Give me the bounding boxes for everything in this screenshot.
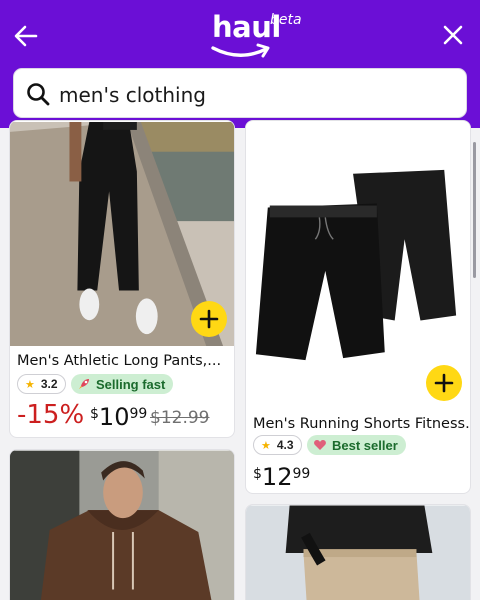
close-icon[interactable] (440, 22, 466, 48)
rating-badge: ★ 4.3 (253, 435, 302, 455)
product-image[interactable] (246, 505, 470, 600)
rating-value: 4.3 (276, 438, 294, 452)
search-icon (27, 83, 50, 106)
price-whole: 10 (98, 403, 130, 431)
product-image[interactable] (10, 450, 234, 600)
haul-logo: haul beta (208, 6, 318, 62)
add-to-haul-button[interactable] (426, 365, 462, 401)
search-input[interactable]: men's clothing (59, 83, 206, 107)
product-card[interactable] (245, 504, 471, 600)
price-whole: 12 (261, 463, 293, 491)
product-image[interactable] (246, 121, 470, 406)
best-seller-badge: Best seller (307, 435, 406, 455)
rating-value: 3.2 (40, 377, 58, 391)
badge-label: Selling fast (96, 376, 166, 392)
product-card[interactable] (9, 449, 235, 600)
search-bar[interactable]: men's clothing (13, 68, 467, 118)
smile-arrow-icon (211, 43, 270, 58)
price-symbol: $ (253, 466, 262, 482)
top-bar: haul beta men's clothing (0, 0, 480, 128)
arrow-left-icon[interactable] (12, 22, 40, 50)
price-symbol: $ (90, 406, 99, 422)
product-card[interactable]: Men's Athletic Long Pants,... ★ 3.2 Sell… (9, 120, 235, 438)
discount-percent: -15% (17, 400, 85, 430)
list-price: $12.99 (150, 408, 210, 428)
plus-icon (434, 373, 454, 393)
rocket-icon (79, 379, 89, 389)
product-title[interactable]: Men's Athletic Long Pants,... (17, 353, 221, 369)
price: $ 10 99 (90, 403, 147, 431)
badge-label: Best seller (332, 437, 398, 453)
heart-icon (314, 440, 326, 450)
price-cents: 99 (129, 406, 148, 422)
product-title[interactable]: Men's Running Shorts Fitness... (253, 416, 470, 432)
price: $ 12 99 (253, 463, 310, 491)
plus-icon (199, 309, 219, 329)
price-cents: 99 (292, 466, 311, 482)
star-icon: ★ (261, 439, 271, 452)
rating-badge: ★ 3.2 (17, 374, 66, 394)
logo-beta-badge: beta (270, 12, 302, 28)
scrollbar[interactable] (473, 142, 476, 278)
product-card[interactable]: Men's Running Shorts Fitness... ★ 4.3 Be… (245, 120, 471, 494)
star-icon: ★ (25, 378, 35, 391)
add-to-haul-button[interactable] (191, 301, 227, 337)
selling-fast-badge: Selling fast (71, 374, 174, 394)
